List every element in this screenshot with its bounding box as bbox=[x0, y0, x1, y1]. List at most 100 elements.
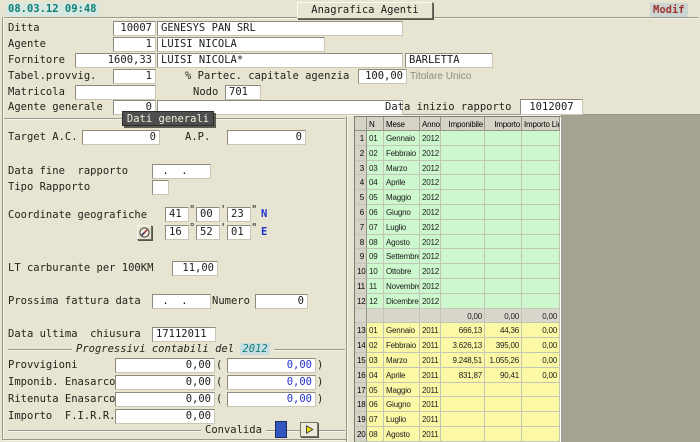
month-name-cell: Aprile bbox=[384, 175, 420, 190]
column-header-anno[interactable]: Anno bbox=[420, 117, 441, 131]
data-inizio-label: Data inizio rapporto bbox=[385, 101, 511, 114]
imponibile-cell bbox=[441, 161, 485, 176]
agente-code-field[interactable]: 1 bbox=[113, 37, 156, 52]
imponibile-cell bbox=[441, 131, 485, 146]
importo-cell bbox=[485, 175, 522, 190]
compass-button[interactable] bbox=[137, 225, 152, 240]
numero-label: Numero bbox=[212, 295, 250, 308]
dati-generali-button[interactable]: Dati generali bbox=[122, 111, 214, 126]
table-row[interactable]: 1907Luglio2011 bbox=[355, 412, 561, 427]
lon-min-field[interactable]: 52 bbox=[196, 225, 220, 240]
table-row[interactable]: 707Luglio2012 bbox=[355, 220, 561, 235]
ritenuta-enasarco-field[interactable]: 0,00 bbox=[115, 392, 215, 407]
imponibile-cell: 9.248,51 bbox=[441, 353, 485, 368]
year-cell: 2012 bbox=[420, 205, 441, 220]
table-row[interactable]: 606Giugno2012 bbox=[355, 205, 561, 220]
fornitore-name-field[interactable]: LUISI NICOLA* bbox=[157, 53, 403, 68]
importo-liq-cell bbox=[522, 427, 560, 442]
column-header-rownum[interactable] bbox=[355, 117, 367, 131]
year-cell bbox=[420, 309, 441, 324]
month-name-cell: Agosto bbox=[384, 427, 420, 442]
table-row[interactable]: 505Maggio2012 bbox=[355, 190, 561, 205]
fornitore-code-field[interactable]: 1600,33 bbox=[75, 53, 156, 68]
lon-sec-field[interactable]: 01 bbox=[227, 225, 251, 240]
lt-carburante-field[interactable]: 11,00 bbox=[172, 261, 218, 276]
data-fine-field[interactable]: . . 0 bbox=[152, 164, 211, 179]
table-row[interactable]: 2008Agosto2011 bbox=[355, 427, 561, 442]
table-row[interactable]: 808Agosto2012 bbox=[355, 235, 561, 250]
fornitore-city-field[interactable]: BARLETTA bbox=[405, 53, 493, 68]
imponib-enasarco-alt-field[interactable]: 0,00 bbox=[227, 375, 316, 390]
column-header-importo-liq[interactable]: Importo Liq bbox=[522, 117, 560, 131]
column-header-n[interactable]: N bbox=[367, 117, 384, 131]
prossima-fattura-label: Prossima fattura data bbox=[8, 295, 141, 308]
convalida-toggle-button[interactable] bbox=[275, 421, 287, 438]
tabel-provvig-field[interactable]: 1 bbox=[113, 69, 156, 84]
table-row[interactable]: 101Gennaio2012 bbox=[355, 131, 561, 146]
table-row[interactable]: 1604Aprile2011831,8790,410,00 bbox=[355, 368, 561, 383]
importo-cell bbox=[485, 249, 522, 264]
provvigioni-field[interactable]: 0,00 bbox=[115, 358, 215, 373]
column-header-imponibile[interactable]: Imponibile bbox=[441, 117, 485, 131]
table-row[interactable]: 1402Febbraio20113.626,13395,000,00 bbox=[355, 338, 561, 353]
numero-field[interactable]: 0 bbox=[255, 294, 308, 309]
partec-field[interactable]: 100,00 bbox=[358, 69, 407, 84]
lon-deg-field[interactable]: 16 bbox=[165, 225, 189, 240]
agente-name-field[interactable]: LUISI NICOLA bbox=[157, 37, 325, 52]
year-cell: 2012 bbox=[420, 175, 441, 190]
lon-min-symbol: ' bbox=[220, 223, 226, 236]
ditta-name-field[interactable]: GENESYS PAN SRL bbox=[157, 21, 403, 36]
importo-firr-field[interactable]: 0,00 bbox=[115, 409, 215, 424]
month-name-cell: Luglio bbox=[384, 412, 420, 427]
table-header-row: NMeseAnnoImponibileImportoImporto Liq bbox=[355, 117, 561, 131]
row-number-cell: 3 bbox=[355, 161, 367, 176]
table-row[interactable]: 1503Marzo20119.248,511.055,260,00 bbox=[355, 353, 561, 368]
table-row[interactable]: 1806Giugno2011 bbox=[355, 397, 561, 412]
convalida-run-button[interactable] bbox=[300, 422, 318, 437]
lon-deg-symbol: ° bbox=[189, 223, 195, 236]
tipo-rapporto-field[interactable] bbox=[152, 180, 169, 195]
lat-sec-field[interactable]: 23 bbox=[227, 207, 251, 222]
data-ultima-chiusura-field[interactable]: 17112011 bbox=[152, 327, 216, 342]
progressivi-year: 2012 bbox=[240, 343, 269, 355]
titolare-unico-note: Titolare Unico bbox=[410, 70, 471, 83]
ditta-code-field[interactable]: 10007 bbox=[113, 21, 156, 36]
year-cell: 2012 bbox=[420, 161, 441, 176]
table-row[interactable]: 303Marzo2012 bbox=[355, 161, 561, 176]
table-row[interactable]: 1301Gennaio2011666,1344,360,00 bbox=[355, 323, 561, 338]
target-ap-field[interactable]: 0 bbox=[227, 130, 306, 145]
table-row[interactable]: 1010Ottobre2012 bbox=[355, 264, 561, 279]
anagrafica-agenti-button[interactable]: Anagrafica Agenti bbox=[297, 2, 433, 19]
target-ac-field[interactable]: 0 bbox=[82, 130, 160, 145]
row-number-cell: 18 bbox=[355, 397, 367, 412]
row-number-cell: 4 bbox=[355, 175, 367, 190]
table-row[interactable]: 909Settembre2012 bbox=[355, 249, 561, 264]
month-number-cell: 05 bbox=[367, 190, 384, 205]
month-name-cell: Febbraio bbox=[384, 146, 420, 161]
prossima-fattura-data-field[interactable]: . . 0 bbox=[152, 294, 211, 309]
table-row[interactable]: 1212Dicembre2012 bbox=[355, 294, 561, 309]
table-row[interactable]: 202Febbraio2012 bbox=[355, 146, 561, 161]
column-header-mese[interactable]: Mese bbox=[384, 117, 420, 131]
ritenuta-enasarco-alt-field[interactable]: 0,00 bbox=[227, 392, 316, 407]
importo-cell: 1.055,26 bbox=[485, 353, 522, 368]
month-name-cell: Gennaio bbox=[384, 131, 420, 146]
matricola-field[interactable] bbox=[75, 85, 156, 100]
table-row[interactable]: 1111Novembre2012 bbox=[355, 279, 561, 294]
table-row[interactable]: 404Aprile2012 bbox=[355, 175, 561, 190]
month-name-cell: Giugno bbox=[384, 397, 420, 412]
lat-min-field[interactable]: 00 bbox=[196, 207, 220, 222]
coordinate-label: Coordinate geografiche bbox=[8, 209, 147, 222]
lt-carburante-label: LT carburante per 100KM bbox=[8, 262, 153, 275]
table-row[interactable]: 1705Maggio2011 bbox=[355, 383, 561, 398]
month-number-cell bbox=[367, 309, 384, 324]
provvigioni-alt-field[interactable]: 0,00 bbox=[227, 358, 316, 373]
nodo-field[interactable]: 701 bbox=[225, 85, 261, 100]
data-inizio-field[interactable]: 1012007 bbox=[520, 99, 583, 115]
importo-liq-cell bbox=[522, 146, 560, 161]
lat-deg-field[interactable]: 41 bbox=[165, 207, 189, 222]
ritenuta-paren-open: ( bbox=[216, 393, 222, 406]
imponib-enasarco-field[interactable]: 0,00 bbox=[115, 375, 215, 390]
table-row[interactable]: 0,000,000,00 bbox=[355, 309, 561, 324]
column-header-importo[interactable]: Importo bbox=[485, 117, 522, 131]
